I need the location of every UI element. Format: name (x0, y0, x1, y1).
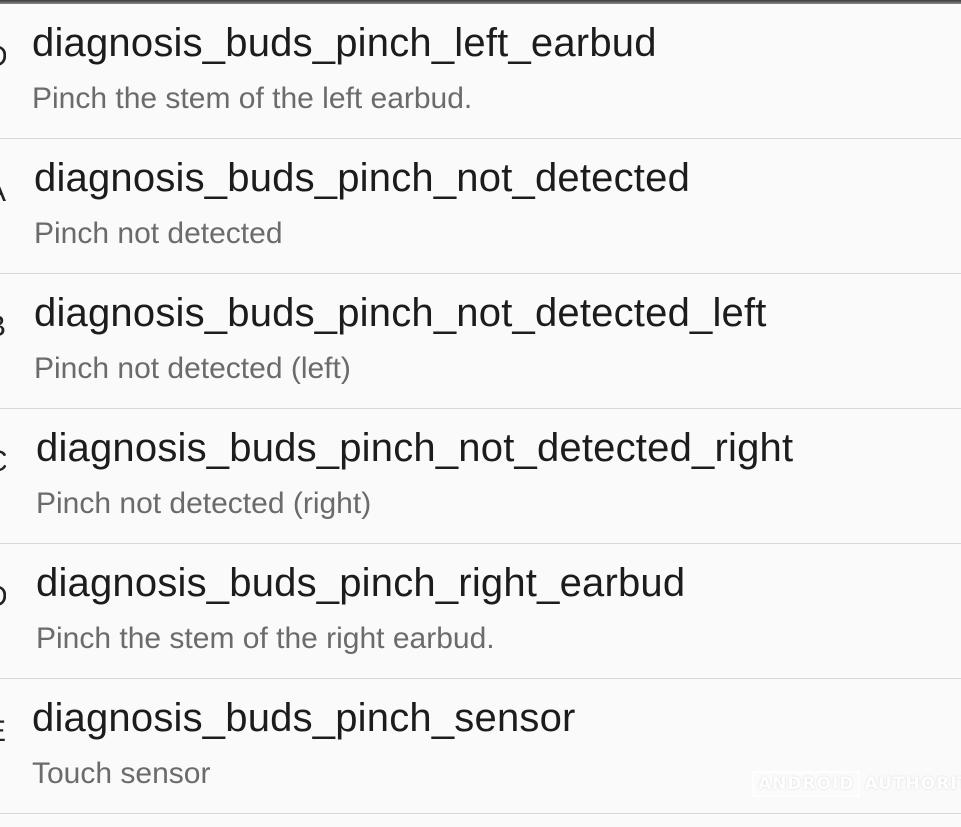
resource-description: Pinch not detected (left) (34, 352, 351, 385)
section-index-letter: E (0, 715, 6, 749)
section-index-letter: B (0, 310, 6, 344)
resource-description: Pinch the stem of the right earbud. (36, 622, 495, 655)
resource-key: diagnosis_buds_pinch_not_detected_right (36, 426, 794, 470)
resource-key: diagnosis_buds_pinch_sensor (32, 696, 576, 740)
list-item[interactable]: C diagnosis_buds_pinch_not_detected_righ… (0, 409, 961, 544)
section-index-letter: A (0, 175, 6, 209)
watermark-text: AUTHORITY (864, 774, 961, 794)
resource-key: diagnosis_buds_pinch_left_earbud (32, 21, 657, 65)
section-index-letter: D (0, 580, 6, 614)
resource-key: diagnosis_buds_pinch_not_detected_left (34, 291, 767, 335)
resource-description: Touch sensor (32, 757, 211, 790)
resource-key: diagnosis_buds_pinch_right_earbud (36, 561, 686, 605)
section-index-letter: C (0, 445, 6, 479)
watermark-boxed-text: ANDROID (752, 771, 861, 797)
list-item[interactable]: D diagnosis_buds_pinch_right_earbud Pinc… (0, 544, 961, 679)
resource-description: Pinch not detected (34, 217, 283, 250)
resource-description: Pinch not detected (right) (36, 487, 372, 520)
resource-description: Pinch the stem of the left earbud. (32, 82, 473, 115)
string-resource-list: D diagnosis_buds_pinch_left_earbud Pinch… (0, 4, 961, 814)
section-index-letter: D (0, 40, 6, 74)
list-item[interactable]: D diagnosis_buds_pinch_left_earbud Pinch… (0, 4, 961, 139)
list-item[interactable]: B diagnosis_buds_pinch_not_detected_left… (0, 274, 961, 409)
resource-key: diagnosis_buds_pinch_not_detected (34, 156, 691, 200)
android-authority-watermark: ANDROID AUTHORITY (752, 770, 961, 798)
list-item[interactable]: A diagnosis_buds_pinch_not_detected Pinc… (0, 139, 961, 274)
